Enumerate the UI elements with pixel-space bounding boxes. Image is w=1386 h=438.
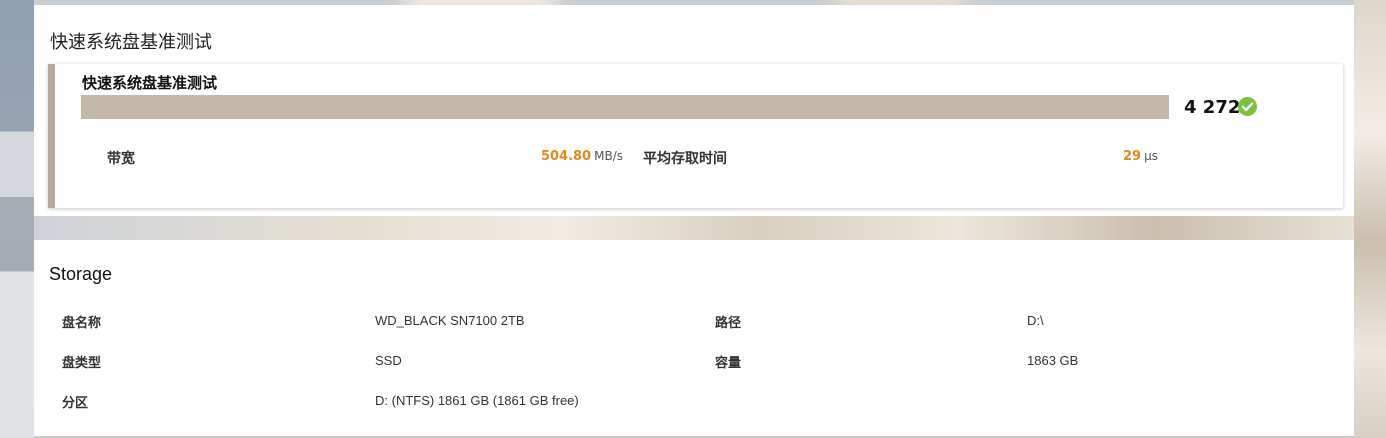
benchmark-panel: 快速系统盘基准测试 快速系统盘基准测试 4 272 带宽 504.80 MB/s …	[34, 5, 1354, 216]
disk-type-value: SSD	[375, 353, 402, 368]
score-bar	[81, 95, 1169, 119]
disk-name-value: WD_BLACK SN7100 2TB	[375, 313, 525, 328]
panel-title: 快速系统盘基准测试	[50, 32, 212, 53]
access-time-value: 29 μs	[1123, 149, 1158, 164]
benchmark-name: 快速系统盘基准测试	[82, 74, 218, 92]
bandwidth-value: 504.80 MB/s	[541, 149, 623, 164]
background-right	[1354, 0, 1386, 438]
partition-label: 分区	[62, 396, 89, 411]
access-time-number: 29	[1123, 149, 1142, 164]
disk-type-label: 盘类型	[62, 356, 102, 371]
storage-panel: Storage 盘名称 WD_BLACK SN7100 2TB 路径 D:\ 盘…	[34, 240, 1354, 436]
partition-value: D: (NTFS) 1861 GB (1861 GB free)	[375, 393, 579, 408]
bandwidth-label: 带宽	[107, 151, 135, 167]
benchmark-card: 快速系统盘基准测试 4 272 带宽 504.80 MB/s 平均存取时间 29 μ…	[48, 64, 1343, 208]
capacity-label: 容量	[715, 356, 742, 371]
capacity-value: 1863 GB	[1027, 353, 1079, 368]
access-time-label: 平均存取时间	[643, 151, 727, 167]
background-left	[0, 0, 34, 438]
benchmark-score: 4 272	[1184, 97, 1241, 118]
bandwidth-unit: MB/s	[594, 149, 623, 163]
bandwidth-number: 504.80	[540, 149, 592, 164]
background-strip	[34, 216, 1354, 240]
path-label: 路径	[715, 316, 742, 331]
storage-title: Storage	[49, 264, 113, 284]
score-bar-fill	[81, 95, 1169, 119]
access-time-unit: μs	[1144, 149, 1158, 163]
disk-name-label: 盘名称	[62, 316, 102, 331]
path-value: D:\	[1027, 313, 1044, 328]
check-circle-icon	[1238, 97, 1257, 116]
